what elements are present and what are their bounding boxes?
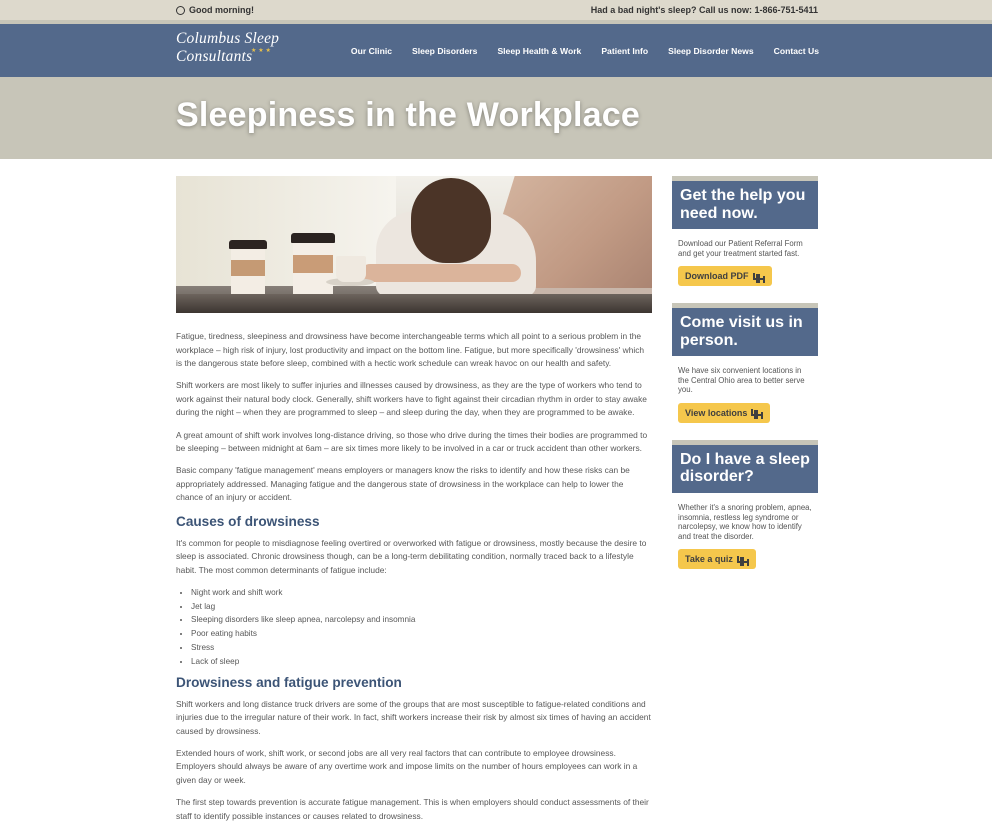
article-paragraph: Extended hours of work, shift work, or s… xyxy=(176,747,638,786)
primary-nav: Our Clinic Sleep Disorders Sleep Health … xyxy=(351,46,819,56)
hero-image xyxy=(176,176,652,313)
download-pdf-button[interactable]: Download PDF xyxy=(678,266,772,287)
card-header: Get the help you need now. xyxy=(672,176,818,229)
main-content-area: Fatigue, tiredness, sleepiness and drows… xyxy=(176,176,818,832)
card-title: Get the help you need now. xyxy=(680,187,806,222)
card-body: Download our Patient Referral Form and g… xyxy=(672,229,818,287)
sidebar: Get the help you need now. Download our … xyxy=(672,176,818,832)
bed-icon xyxy=(752,272,765,280)
coffee-cup-illustration xyxy=(229,240,267,298)
nav-link-sleep-disorder-news[interactable]: Sleep Disorder News xyxy=(668,46,754,56)
clock-icon xyxy=(176,5,185,15)
card-body: We have six convenient locations in the … xyxy=(672,356,818,423)
article-paragraph: The first step towards prevention is acc… xyxy=(176,797,649,821)
page-banner: Sleepiness in the Workplace xyxy=(0,77,992,159)
greeting-text: Good morning! xyxy=(189,5,254,15)
article-paragraph: It's common for people to misdiagnose fe… xyxy=(176,537,647,575)
card-header: Do I have a sleep disorder? xyxy=(672,439,818,493)
card-text: Download our Patient Referral Form and g… xyxy=(678,239,803,258)
coffee-mug-illustration xyxy=(336,256,366,282)
list-item: Lack of sleep xyxy=(191,655,652,669)
sidebar-card-quiz: Do I have a sleep disorder? Whether it's… xyxy=(672,439,818,570)
sleeping-person-illustration xyxy=(411,178,491,263)
section-heading-causes: Causes of drowsiness xyxy=(176,513,320,529)
card-header: Come visit us in person. xyxy=(672,303,818,357)
list-item: Sleeping disorders like sleep apnea, nar… xyxy=(191,613,652,627)
article-paragraph: Shift workers are most likely to suffer … xyxy=(176,380,647,418)
card-title: Come visit us in person. xyxy=(680,314,803,349)
card-title: Do I have a sleep disorder? xyxy=(680,450,810,486)
card-body: Whether it's a snoring problem, apnea, i… xyxy=(672,493,818,570)
nav-link-sleep-disorders[interactable]: Sleep Disorders xyxy=(412,46,477,56)
card-text: We have six convenient locations in the … xyxy=(678,366,805,395)
causes-list: Night work and shift work Jet lag Sleepi… xyxy=(176,586,652,669)
take-quiz-button[interactable]: Take a quiz xyxy=(678,549,756,570)
site-logo[interactable]: Columbus Sleep Consultants ★ ★ ★ xyxy=(176,30,351,66)
main-navbar: Columbus Sleep Consultants ★ ★ ★ Our Cli… xyxy=(0,24,992,77)
article-paragraph: Shift workers and long distance truck dr… xyxy=(176,698,651,736)
list-item: Stress xyxy=(191,641,652,655)
nav-link-contact-us[interactable]: Contact Us xyxy=(774,46,819,56)
button-label: Download PDF xyxy=(685,271,749,282)
article-paragraph: A great amount of shift work involves lo… xyxy=(176,429,648,454)
card-text: Whether it's a snoring problem, apnea, i… xyxy=(678,502,812,541)
view-locations-button[interactable]: View locations xyxy=(678,402,771,423)
article-paragraph: Basic company 'fatigue management' means… xyxy=(176,465,630,503)
list-item: Poor eating habits xyxy=(191,627,652,641)
nav-link-patient-info[interactable]: Patient Info xyxy=(601,46,648,56)
list-item: Night work and shift work xyxy=(191,586,652,600)
article: Fatigue, tiredness, sleepiness and drows… xyxy=(176,176,652,832)
greeting: Good morning! xyxy=(176,5,254,15)
page-title: Sleepiness in the Workplace xyxy=(176,96,640,134)
button-label: Take a quiz xyxy=(685,554,733,565)
section-heading-prevention: Drowsiness and fatigue prevention xyxy=(176,674,402,690)
article-paragraph: Fatigue, tiredness, sleepiness and drows… xyxy=(176,331,645,369)
bed-icon xyxy=(751,409,764,417)
sidebar-card-visit: Come visit us in person. We have six con… xyxy=(672,303,818,423)
top-bar: Good morning! Had a bad night's sleep? C… xyxy=(0,0,992,24)
coffee-cup-illustration xyxy=(291,233,335,297)
sidebar-card-help: Get the help you need now. Download our … xyxy=(672,176,818,287)
nav-link-our-clinic[interactable]: Our Clinic xyxy=(351,46,392,56)
logo-stars-icon: ★ ★ ★ xyxy=(251,47,272,54)
nav-link-sleep-health-work[interactable]: Sleep Health & Work xyxy=(497,46,581,56)
button-label: View locations xyxy=(685,407,748,418)
call-to-action-phone[interactable]: Had a bad night's sleep? Call us now: 1-… xyxy=(591,5,818,15)
list-item: Jet lag xyxy=(191,600,652,614)
bed-icon xyxy=(736,555,749,563)
